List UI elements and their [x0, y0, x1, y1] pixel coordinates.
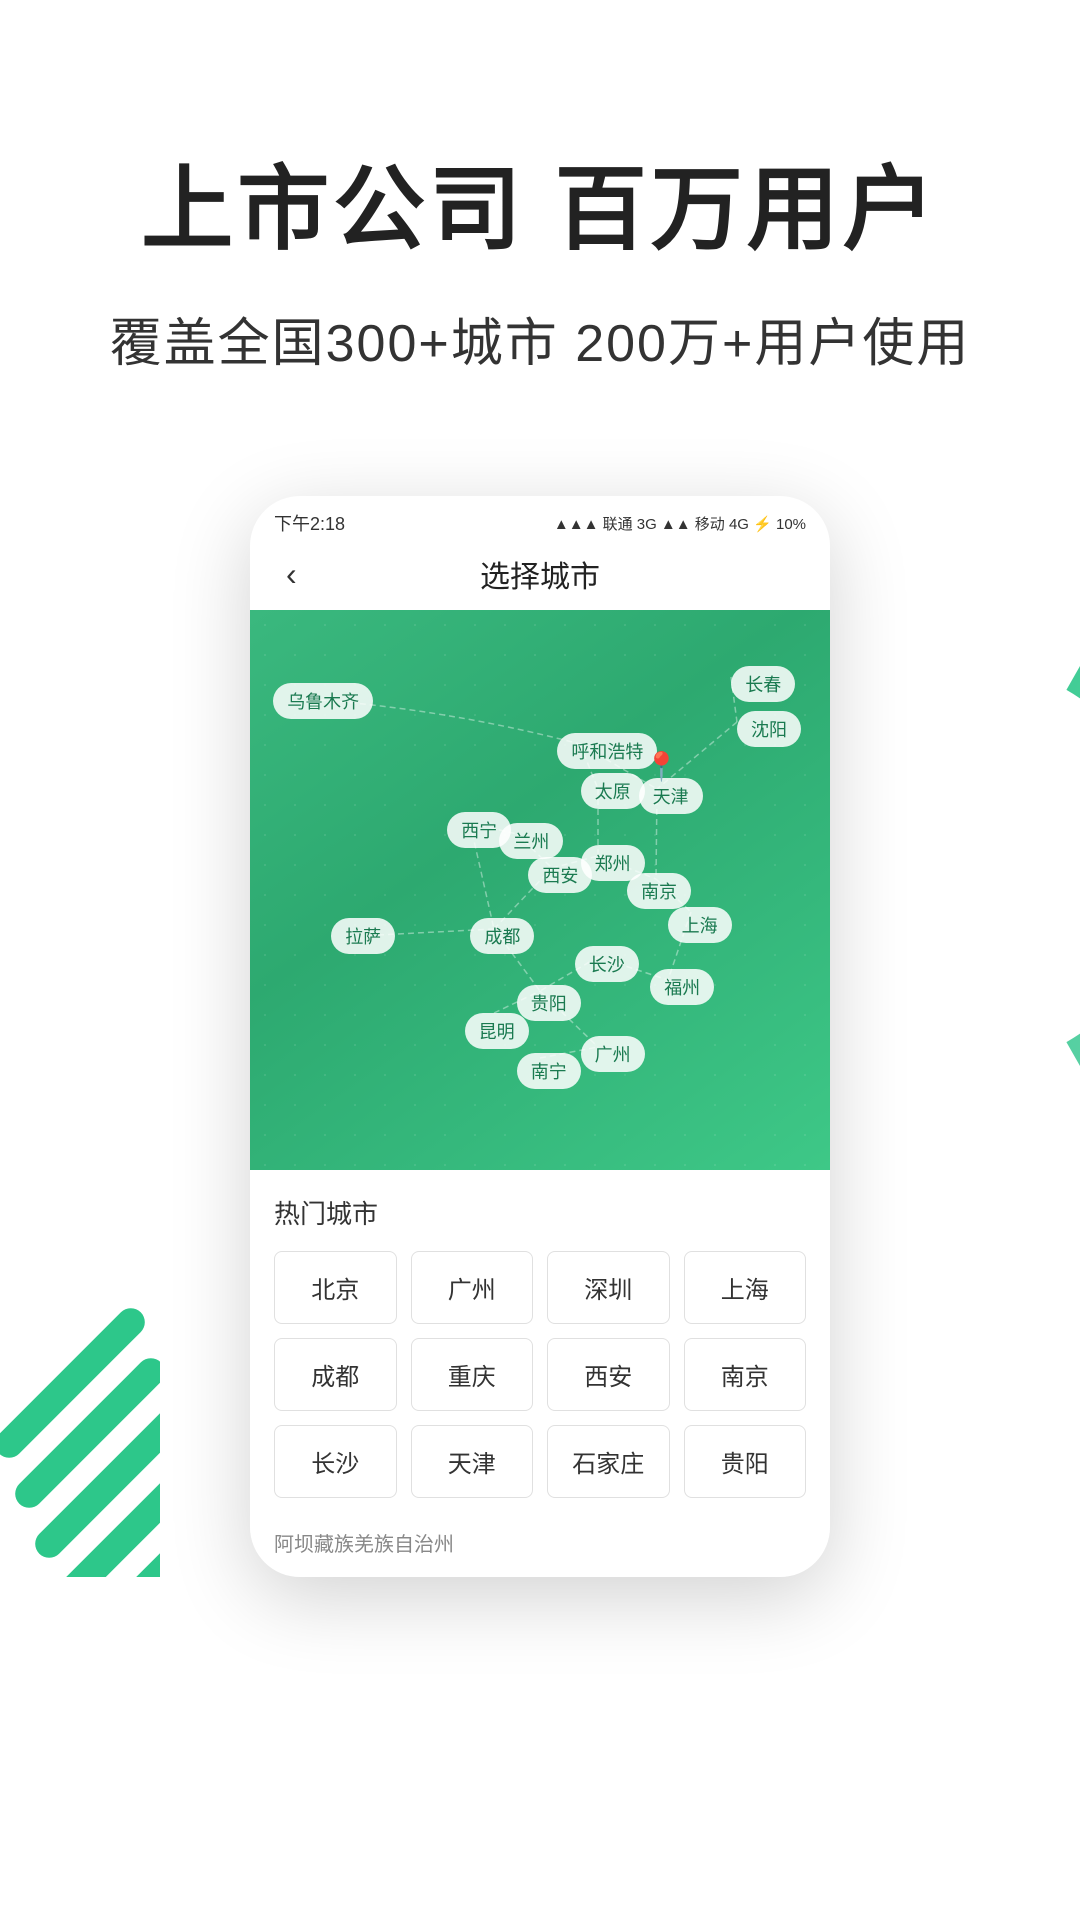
- phone-section: 下午2:18 ▲▲▲ 联通 3G ▲▲ 移动 4G ⚡ 10% ‹ 选择城市: [0, 496, 1080, 1577]
- city-shanghai[interactable]: 上海: [668, 907, 732, 943]
- map-pin: 📍: [644, 750, 679, 783]
- deco-ring-svg: [800, 616, 1080, 1116]
- city-hohhot[interactable]: 呼和浩特: [557, 733, 657, 769]
- city-nanjing[interactable]: 南京: [627, 873, 691, 909]
- main-title: 上市公司 百万用户: [80, 160, 1000, 261]
- city-btn-beijing[interactable]: 北京: [274, 1251, 397, 1324]
- hot-cities-title: 热门城市: [274, 1194, 806, 1231]
- sub-title: 覆盖全国300+城市 200万+用户使用: [80, 301, 1000, 376]
- city-guiyang[interactable]: 贵阳: [517, 985, 581, 1021]
- nav-title: 选择城市: [480, 552, 600, 596]
- city-grid-row1: 北京 广州 深圳 上海: [274, 1251, 806, 1324]
- footer-text: 阿坝藏族羌族自治州: [274, 1512, 806, 1577]
- city-nanning[interactable]: 南宁: [517, 1053, 581, 1089]
- signal-info: ▲▲▲ 联通 3G ▲▲ 移动 4G ⚡ 10%: [554, 513, 806, 534]
- city-wulumuqi[interactable]: 乌鲁木齐: [273, 683, 373, 719]
- city-btn-shijiazhuang[interactable]: 石家庄: [547, 1425, 670, 1498]
- city-lhasa[interactable]: 拉萨: [331, 918, 395, 954]
- nav-bar: ‹ 选择城市: [270, 542, 810, 610]
- phone-top-bar: 下午2:18 ▲▲▲ 联通 3G ▲▲ 移动 4G ⚡ 10% ‹ 选择城市: [250, 496, 830, 610]
- city-changsha[interactable]: 长沙: [575, 946, 639, 982]
- map-area[interactable]: 乌鲁木齐 长春 沈阳 呼和浩特 天津 太原 西宁 兰州 西安 郑州 南京 上海 …: [250, 610, 830, 1170]
- city-btn-shanghai[interactable]: 上海: [684, 1251, 807, 1324]
- city-kunming[interactable]: 昆明: [465, 1013, 529, 1049]
- deco-ring: [800, 616, 1080, 1116]
- city-btn-chengdu[interactable]: 成都: [274, 1338, 397, 1411]
- city-lanzhou[interactable]: 兰州: [499, 823, 563, 859]
- city-btn-shenzhen[interactable]: 深圳: [547, 1251, 670, 1324]
- city-btn-guangzhou[interactable]: 广州: [411, 1251, 534, 1324]
- status-time: 下午2:18: [274, 510, 345, 536]
- city-grid-row2: 成都 重庆 西安 南京: [274, 1338, 806, 1411]
- city-fuzhou[interactable]: 福州: [650, 969, 714, 1005]
- city-changchun[interactable]: 长春: [731, 666, 795, 702]
- city-btn-guiyang[interactable]: 贵阳: [684, 1425, 807, 1498]
- city-list-section: 热门城市 北京 广州 深圳 上海 成都 重庆 西安 南京 长沙 天津 石家庄 贵…: [250, 1170, 830, 1577]
- city-btn-xian[interactable]: 西安: [547, 1338, 670, 1411]
- status-bar: 下午2:18 ▲▲▲ 联通 3G ▲▲ 移动 4G ⚡ 10%: [270, 510, 810, 536]
- city-tianjin[interactable]: 天津: [639, 778, 703, 814]
- city-taiyuan[interactable]: 太原: [581, 773, 645, 809]
- city-btn-tianjin[interactable]: 天津: [411, 1425, 534, 1498]
- top-section: 上市公司 百万用户 覆盖全国300+城市 200万+用户使用: [0, 0, 1080, 436]
- phone-frame: 下午2:18 ▲▲▲ 联通 3G ▲▲ 移动 4G ⚡ 10% ‹ 选择城市: [250, 496, 830, 1577]
- city-shenyang[interactable]: 沈阳: [737, 711, 801, 747]
- city-btn-changsha[interactable]: 长沙: [274, 1425, 397, 1498]
- city-guangzhou[interactable]: 广州: [581, 1036, 645, 1072]
- city-btn-chongqing[interactable]: 重庆: [411, 1338, 534, 1411]
- status-right: ▲▲▲ 联通 3G ▲▲ 移动 4G ⚡ 10%: [554, 513, 806, 534]
- deco-stripes: [0, 1297, 160, 1577]
- back-button[interactable]: ‹: [286, 556, 297, 593]
- city-chengdu[interactable]: 成都: [470, 918, 534, 954]
- city-btn-nanjing[interactable]: 南京: [684, 1338, 807, 1411]
- city-grid-row3: 长沙 天津 石家庄 贵阳: [274, 1425, 806, 1498]
